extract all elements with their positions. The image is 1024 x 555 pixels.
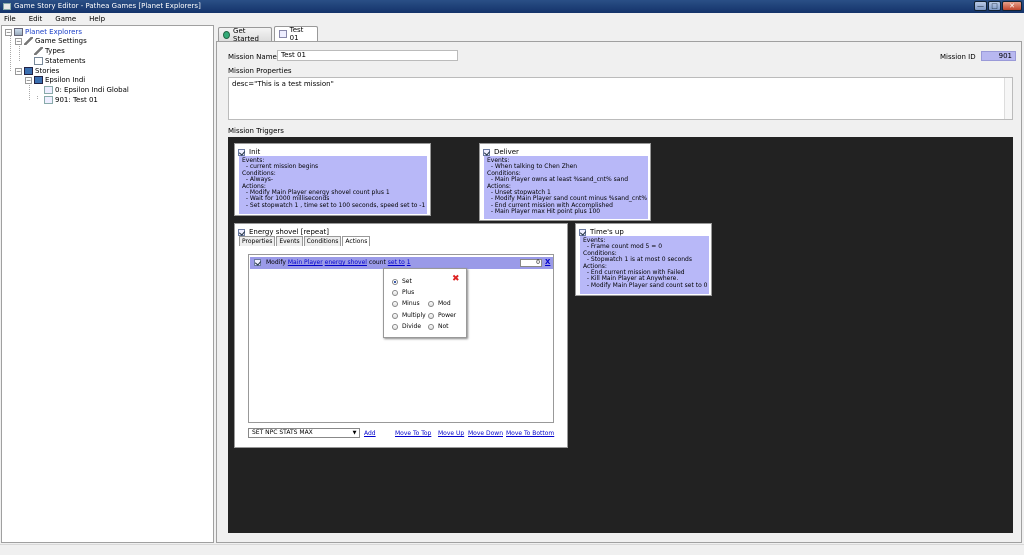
trigger-summary: Events: - When talking to Chen Zhen Cond…: [484, 156, 648, 219]
radio-icon: [392, 289, 398, 296]
item-link[interactable]: energy shovel: [325, 259, 367, 266]
trigger-title: Deliver: [494, 148, 519, 156]
trigger-summary: Events: - Frame count mod 5 = 0 Conditio…: [580, 236, 709, 294]
tab-get-started[interactable]: Get Started: [218, 27, 272, 43]
tree-item-types[interactable]: Types: [34, 46, 65, 56]
mission-id-label: Mission ID: [940, 53, 976, 61]
mission-id-field[interactable]: 901: [981, 51, 1016, 61]
wrench-icon: [24, 37, 33, 45]
radio-mod[interactable]: Mod: [428, 300, 451, 307]
window-controls: — □ ✕: [974, 1, 1022, 11]
tree-item-global[interactable]: 0: Epsilon Indi Global: [44, 85, 129, 95]
tree-connector: [10, 36, 11, 71]
radio-icon: [392, 312, 398, 319]
value-link[interactable]: 1: [407, 259, 411, 266]
mission-properties-textarea[interactable]: desc="This is a test mission": [228, 77, 1013, 120]
menu-edit[interactable]: Edit: [29, 15, 43, 23]
mission-name-label: Mission Name: [228, 53, 277, 61]
tab-conditions[interactable]: Conditions: [303, 236, 342, 246]
radio-multiply[interactable]: Multiply: [392, 312, 426, 319]
mission-name-input[interactable]: Test 01: [277, 50, 458, 61]
project-tree[interactable]: − Planet Explorers − Game Settings Types…: [1, 25, 214, 543]
radio-power[interactable]: Power: [428, 312, 456, 319]
radio-divide[interactable]: Divide: [392, 323, 421, 330]
trigger-deliver[interactable]: Deliver Events: - When talking to Chen Z…: [479, 143, 651, 221]
tree-item-statements[interactable]: Statements: [34, 56, 85, 66]
trigger-title: Time's up: [590, 228, 624, 236]
menu-bar: File Edit Game Help: [0, 13, 1024, 25]
collapse-icon[interactable]: −: [25, 76, 32, 84]
tab-test-01[interactable]: Test 01: [274, 26, 318, 42]
trigger-enabled-checkbox[interactable]: [579, 228, 586, 236]
value-input[interactable]: 0: [520, 259, 542, 267]
radio-icon: [392, 323, 398, 330]
minimize-button[interactable]: —: [974, 1, 987, 11]
menu-help[interactable]: Help: [89, 15, 105, 23]
page-icon: [44, 96, 53, 104]
mission-triggers-label: Mission Triggers: [228, 127, 284, 135]
tree-connector: [29, 85, 30, 100]
remove-action-link[interactable]: X: [545, 258, 550, 266]
trigger-times-up[interactable]: Time's up Events: - Frame count mod 5 = …: [575, 223, 712, 296]
window-title: Game Story Editor - Pathea Games [Planet…: [14, 2, 201, 10]
move-to-top-button[interactable]: Move To Top: [395, 430, 431, 437]
globe-icon: [223, 30, 231, 39]
tree-item-test-01[interactable]: 901: Test 01: [44, 95, 98, 105]
close-button[interactable]: ✕: [1002, 1, 1022, 11]
move-to-bottom-button[interactable]: Move To Bottom: [506, 430, 554, 437]
radio-not[interactable]: Not: [428, 323, 449, 330]
radio-plus[interactable]: Plus: [392, 289, 414, 296]
add-action-button[interactable]: Add: [364, 430, 376, 437]
wrench-icon: [34, 47, 43, 55]
trigger-init[interactable]: Init Events: - current mission begins Co…: [234, 143, 431, 216]
status-bar: [0, 544, 1024, 555]
radio-icon: [428, 300, 434, 307]
action-enabled-checkbox[interactable]: [254, 259, 261, 266]
move-down-button[interactable]: Move Down: [468, 430, 503, 437]
radio-selected-icon: [392, 278, 398, 285]
book-icon: [24, 67, 33, 75]
tab-actions[interactable]: Actions: [342, 236, 371, 246]
trigger-title: Energy shovel [repeat]: [249, 228, 329, 236]
tree-connector: [19, 46, 20, 61]
page-icon: [44, 86, 53, 94]
page-icon: [279, 30, 287, 38]
chevron-down-icon[interactable]: ▼: [351, 430, 358, 436]
player-link[interactable]: Main Player: [288, 259, 323, 266]
radio-icon: [428, 312, 434, 319]
tab-events[interactable]: Events: [276, 236, 303, 246]
network-icon: [14, 28, 23, 36]
operator-link[interactable]: set to: [388, 259, 405, 266]
maximize-button[interactable]: □: [988, 1, 1001, 11]
close-icon[interactable]: ✖: [452, 275, 460, 284]
trigger-enabled-checkbox[interactable]: [483, 148, 490, 156]
move-up-button[interactable]: Move Up: [438, 430, 464, 437]
tree-connector: [37, 96, 38, 99]
trigger-summary: Events: - current mission begins Conditi…: [239, 156, 427, 214]
trigger-enabled-checkbox[interactable]: [238, 228, 245, 236]
radio-icon: [428, 323, 434, 330]
mission-properties-label: Mission Properties: [228, 67, 292, 75]
trigger-title: Init: [249, 148, 261, 156]
trigger-enabled-checkbox[interactable]: [238, 148, 245, 156]
tab-properties[interactable]: Properties: [239, 236, 276, 246]
radio-icon: [392, 300, 398, 307]
action-type-select[interactable]: SET NPC STATS MAX ▼: [248, 428, 360, 438]
collapse-icon[interactable]: −: [15, 67, 22, 75]
book-icon: [34, 76, 43, 84]
trigger-editor-tabs: Properties Events Conditions Actions: [239, 236, 371, 246]
tree-item-epsilon-indi[interactable]: − Epsilon Indi: [25, 75, 85, 85]
app-icon: [3, 3, 11, 10]
document-icon: [34, 57, 43, 65]
radio-set[interactable]: Set: [392, 278, 412, 285]
tree-item-game-settings[interactable]: − Game Settings: [15, 36, 87, 46]
title-bar: Game Story Editor - Pathea Games [Planet…: [0, 0, 1024, 13]
menu-game[interactable]: Game: [55, 15, 76, 23]
collapse-icon[interactable]: −: [5, 28, 12, 36]
menu-file[interactable]: File: [4, 15, 16, 23]
scrollbar[interactable]: [1004, 78, 1012, 119]
collapse-icon[interactable]: −: [15, 37, 22, 45]
radio-minus[interactable]: Minus: [392, 300, 420, 307]
